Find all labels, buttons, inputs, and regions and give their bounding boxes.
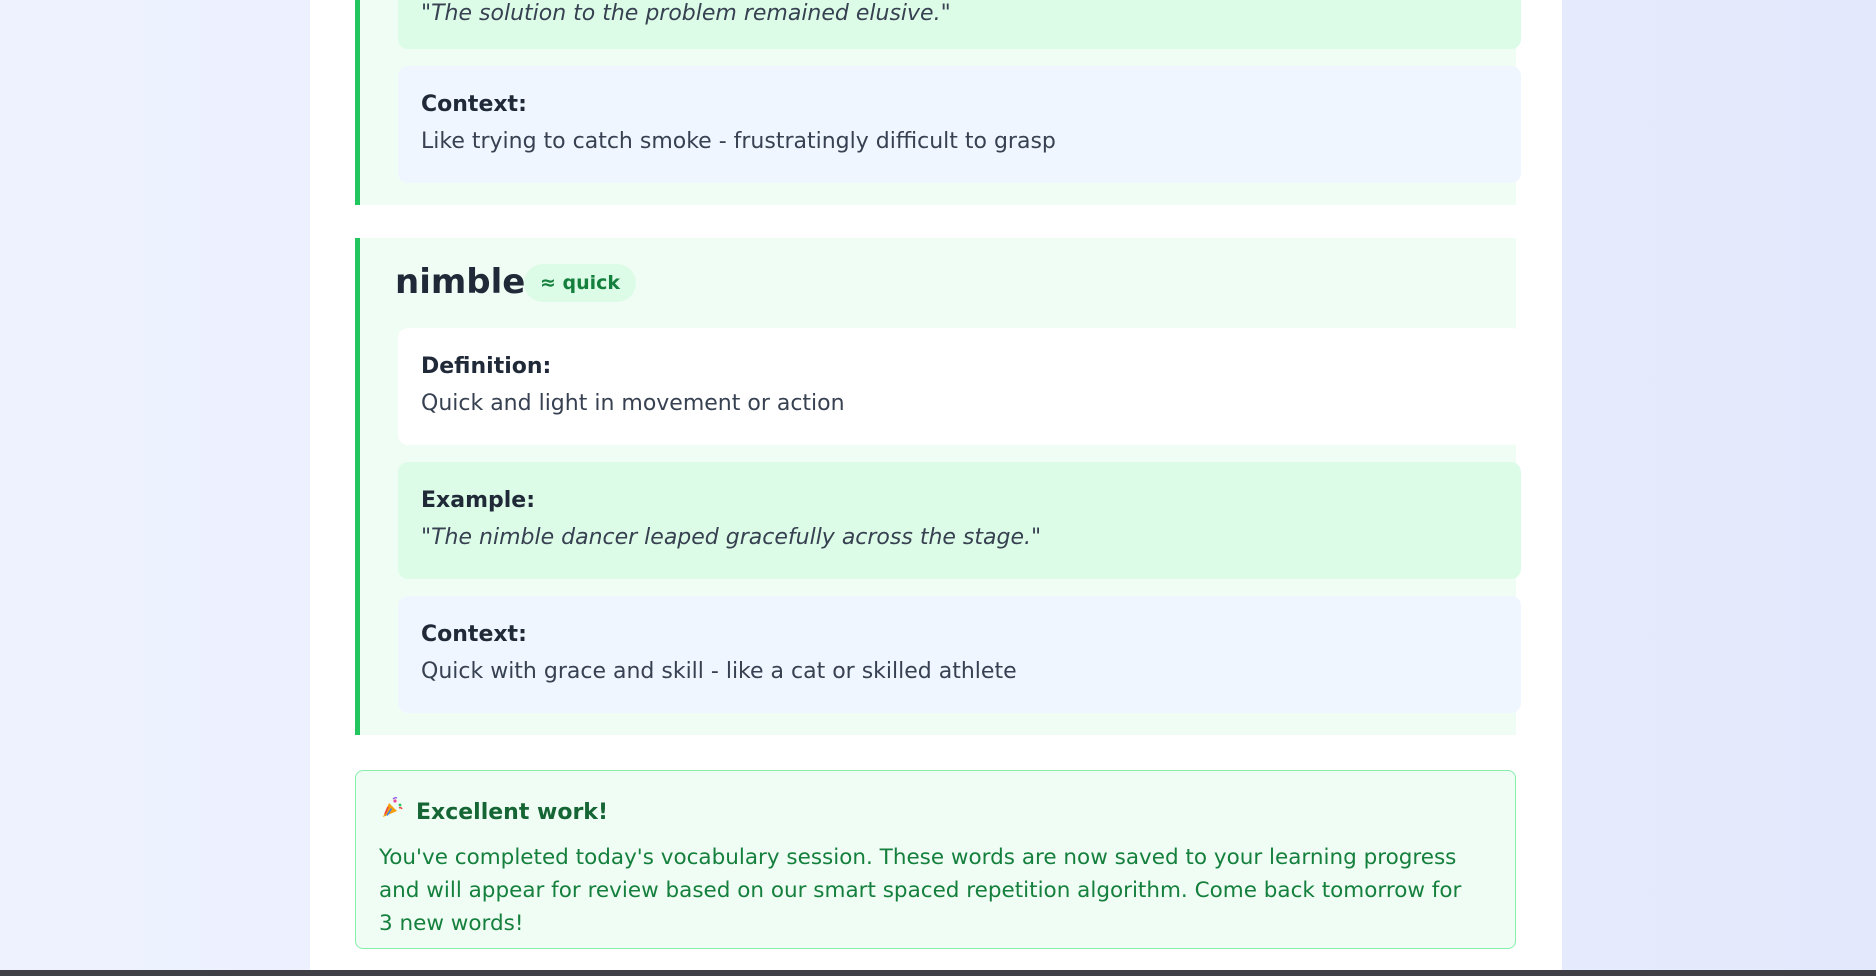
context-label: Context: <box>421 92 527 117</box>
completion-text: You've completed today's vocabulary sess… <box>379 845 1462 936</box>
example-text: "The solution to the problem remained el… <box>421 1 951 26</box>
example-text: "The nimble dancer leaped gracefully acr… <box>421 525 1042 550</box>
window-bottom-edge <box>0 970 1876 976</box>
context-label: Context: <box>421 622 527 647</box>
example-box: Example: "The nimble dancer leaped grace… <box>398 462 1521 579</box>
synonym-badge: ≈ quick <box>524 264 637 302</box>
definition-text: Quick and light in movement or action <box>421 391 845 416</box>
definition-box: Definition: Quick and light in movement … <box>398 328 1521 445</box>
context-text: Like trying to catch smoke - frustrating… <box>421 129 1056 154</box>
word-card-nimble: nimble ≈ quick Definition: Quick and lig… <box>355 238 1521 735</box>
word-title: nimble <box>395 262 526 302</box>
completion-title: Excellent work! <box>416 799 608 825</box>
word-card-previous: "The solution to the problem remained el… <box>355 0 1521 205</box>
party-popper-icon <box>380 796 406 828</box>
context-box: Context: Like trying to catch smoke - fr… <box>398 66 1521 183</box>
definition-label: Definition: <box>421 354 552 379</box>
completion-message: Excellent work! You've completed today's… <box>355 770 1516 949</box>
completion-header: Excellent work! <box>380 796 608 828</box>
context-box: Context: Quick with grace and skill - li… <box>398 596 1521 713</box>
example-box: "The solution to the problem remained el… <box>398 0 1521 49</box>
example-label: Example: <box>421 488 535 513</box>
context-text: Quick with grace and skill - like a cat … <box>421 659 1017 684</box>
